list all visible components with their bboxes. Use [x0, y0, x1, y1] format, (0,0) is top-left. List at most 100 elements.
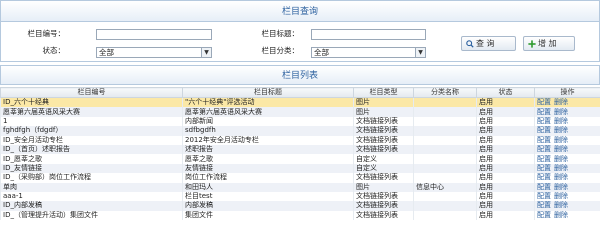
table-row[interactable]: ID_安全月活动专栏 2012年安全月活动专栏 文档链接列表 启用 配置 删除: [0, 135, 600, 145]
table-row[interactable]: fghdfgh（fdgdf） sdfbgdfh 文档链接列表 启用 配置 删除: [0, 126, 600, 136]
cell-actions: 配置 删除: [534, 191, 600, 202]
status-select[interactable]: 全部 ▼: [96, 47, 212, 58]
delete-link[interactable]: 删除: [554, 155, 568, 163]
delete-link[interactable]: 删除: [554, 108, 568, 116]
table-row[interactable]: ID_友情链接 友情链接 自定义 启用 配置 删除: [0, 163, 600, 174]
add-button[interactable]: 增 加: [523, 36, 575, 51]
list-section-title: 栏目列表: [0, 65, 600, 85]
delete-link[interactable]: 删除: [554, 211, 568, 219]
cell-status: 启用: [476, 135, 535, 145]
delete-link[interactable]: 删除: [554, 173, 568, 181]
plus-icon: [528, 40, 536, 48]
config-link[interactable]: 配置: [537, 108, 551, 116]
header-column-type[interactable]: 栏目类型: [353, 87, 414, 98]
cell-column-title: 内部发稿: [182, 201, 354, 211]
add-button-label: 增 加: [538, 39, 557, 48]
search-button-label: 查 询: [476, 39, 495, 48]
status-label: 状态：: [42, 46, 66, 55]
delete-link[interactable]: 删除: [554, 183, 568, 191]
column-title-input[interactable]: [311, 29, 426, 40]
search-button[interactable]: 查 询: [461, 36, 516, 51]
header-column-id[interactable]: 栏目编号: [0, 87, 183, 98]
cell-column-title: "六个十经典"评选活动: [182, 97, 354, 108]
cell-status: 启用: [476, 173, 535, 183]
config-link[interactable]: 配置: [537, 211, 551, 219]
cell-column-type: 文档链接列表: [353, 201, 414, 211]
config-link[interactable]: 配置: [537, 201, 551, 209]
cell-category: [413, 126, 477, 136]
config-link[interactable]: 配置: [537, 164, 551, 172]
config-link[interactable]: 配置: [537, 155, 551, 163]
cell-column-id: ID_愿莘之歌: [0, 154, 183, 164]
delete-link[interactable]: 删除: [554, 164, 568, 172]
table-row[interactable]: ID_内部发稿 内部发稿 文档链接列表 启用 配置 删除: [0, 201, 600, 211]
status-select-value: 全部: [99, 48, 114, 57]
cell-column-type: 文档链接列表: [353, 144, 414, 155]
category-select-value: 全部: [314, 48, 329, 57]
delete-link[interactable]: 删除: [554, 126, 568, 134]
chevron-down-icon: ▼: [415, 48, 425, 57]
delete-link[interactable]: 删除: [554, 98, 568, 106]
cell-column-type: 图片: [353, 182, 414, 192]
header-category[interactable]: 分类名称: [413, 87, 477, 98]
cell-actions: 配置 删除: [534, 135, 600, 145]
column-id-input[interactable]: [96, 29, 212, 40]
cell-column-title: 集团文件: [182, 210, 354, 221]
cell-category: [413, 173, 477, 183]
table-row[interactable]: ID_（管理提升活动）集团文件 集团文件 文档链接列表 启用 配置 删除: [0, 210, 600, 221]
table-row[interactable]: ID_愿莘之歌 愿莘之歌 自定义 启用 配置 删除: [0, 154, 600, 164]
table-row[interactable]: 愿莘第六届英语风采大赛 愿莘第六届英语风采大赛 图片 启用 配置 删除: [0, 107, 600, 117]
delete-link[interactable]: 删除: [554, 201, 568, 209]
table-row[interactable]: ID_（首页）述职报告 述职报告 文档链接列表 启用 配置 删除: [0, 144, 600, 155]
header-column-title[interactable]: 栏目标题: [182, 87, 354, 98]
cell-column-id: ID_友情链接: [0, 163, 183, 174]
category-label: 栏目分类：: [261, 46, 300, 55]
cell-column-id: aaa-1: [0, 191, 183, 202]
cell-column-title: 愿莘第六届英语风采大赛: [182, 107, 354, 117]
cell-status: 启用: [476, 210, 535, 221]
cell-category: 信息中心: [413, 182, 477, 192]
delete-link[interactable]: 删除: [554, 145, 568, 153]
column-list-table: 栏目编号 栏目标题 栏目类型 分类名称 状态 操作 ID_六个十经典 "六个十经典…: [0, 87, 600, 221]
config-link[interactable]: 配置: [537, 126, 551, 134]
cell-actions: 配置 删除: [534, 163, 600, 174]
cell-column-title: 愿莘之歌: [182, 154, 354, 164]
cell-actions: 配置 删除: [534, 210, 600, 221]
cell-status: 启用: [476, 144, 535, 155]
cell-category: [413, 154, 477, 164]
table-row[interactable]: ID_（采购部）岗位工作流程 岗位工作流程 文档链接列表 启用 配置 删除: [0, 173, 600, 183]
config-link[interactable]: 配置: [537, 192, 551, 200]
table-row[interactable]: ID_六个十经典 "六个十经典"评选活动 图片 启用 配置 删除: [0, 97, 600, 108]
config-link[interactable]: 配置: [537, 173, 551, 181]
search-icon: [466, 40, 474, 48]
delete-link[interactable]: 删除: [554, 192, 568, 200]
config-link[interactable]: 配置: [537, 136, 551, 144]
cell-status: 启用: [476, 126, 535, 136]
config-link[interactable]: 配置: [537, 183, 551, 191]
config-link[interactable]: 配置: [537, 117, 551, 125]
header-status[interactable]: 状态: [476, 87, 535, 98]
delete-link[interactable]: 删除: [554, 136, 568, 144]
delete-link[interactable]: 删除: [554, 117, 568, 125]
cell-column-title: 友情链接: [182, 163, 354, 174]
cell-column-type: 自定义: [353, 163, 414, 174]
cell-category: [413, 97, 477, 108]
cell-column-id: 单肉: [0, 182, 183, 192]
column-id-label: 栏目编号：: [27, 29, 66, 38]
cell-category: [413, 107, 477, 117]
query-panel: 栏目编号： 栏目标题： 状态： 全部 ▼ 栏目分类： 全部 ▼ 查 询 增 加: [0, 22, 600, 62]
table-row[interactable]: 1 内部新闻 文档链接列表 启用 配置 删除: [0, 116, 600, 127]
cell-actions: 配置 删除: [534, 201, 600, 211]
cell-status: 启用: [476, 116, 535, 127]
cell-actions: 配置 删除: [534, 182, 600, 192]
config-link[interactable]: 配置: [537, 98, 551, 106]
cell-actions: 配置 删除: [534, 173, 600, 183]
cell-column-type: 文档链接列表: [353, 126, 414, 136]
table-row[interactable]: 单肉 和田玛人 图片 信息中心 启用 配置 删除: [0, 182, 600, 192]
header-actions: 操作: [534, 87, 600, 98]
config-link[interactable]: 配置: [537, 145, 551, 153]
cell-column-id: ID_（采购部）岗位工作流程: [0, 173, 183, 183]
category-select[interactable]: 全部 ▼: [311, 47, 426, 58]
table-row[interactable]: aaa-1 栏目test 文档链接列表 启用 配置 删除: [0, 191, 600, 202]
table-body: ID_六个十经典 "六个十经典"评选活动 图片 启用 配置 删除 愿莘第六届英语风采大赛 愿莘…: [0, 97, 600, 221]
